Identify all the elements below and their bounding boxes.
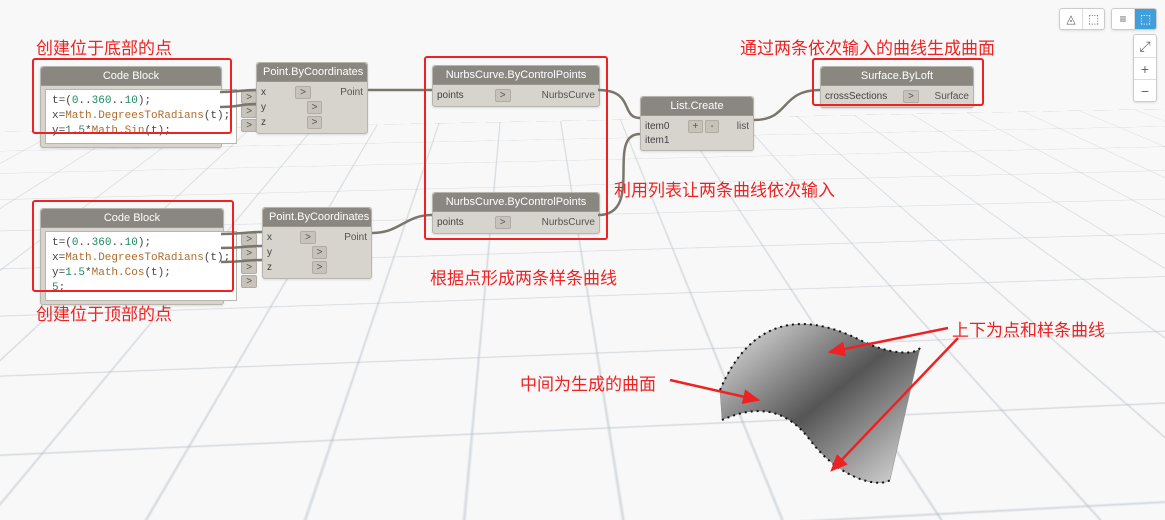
- node-list-create[interactable]: List.Create item0 + - list item1: [640, 96, 754, 151]
- out-port[interactable]: >: [241, 233, 257, 246]
- annotation: 中间为生成的曲面: [520, 370, 656, 395]
- graph-canvas[interactable]: Code Block t=(0..360..10); x=Math.Degree…: [0, 0, 1165, 500]
- node-point-by-coordinates-2[interactable]: Point.ByCoordinates x>Point y> z>: [262, 207, 372, 279]
- port[interactable]: >: [312, 261, 328, 274]
- node-nurbs-curve-1[interactable]: NurbsCurve.ByControlPoints points>NurbsC…: [432, 65, 600, 107]
- 3d-view-icon[interactable]: ⬚: [1134, 9, 1156, 29]
- port[interactable]: >: [307, 101, 323, 114]
- preview-surface: [680, 300, 940, 520]
- node-point-by-coordinates-1[interactable]: Point.ByCoordinates x>Point y> z>: [256, 62, 368, 134]
- remove-port-button[interactable]: -: [705, 120, 718, 133]
- annotation: 根据点形成两条样条曲线: [430, 264, 617, 289]
- annotation: 通过两条依次输入的曲线生成曲面: [740, 34, 995, 59]
- view-mode-icon[interactable]: ⬚: [1082, 9, 1104, 29]
- view-toolbar: ◬ ⬚ ≡ ⬚: [1059, 8, 1157, 30]
- annotation: 上下为点和样条曲线: [952, 316, 1105, 341]
- port[interactable]: >: [495, 216, 511, 229]
- add-port-button[interactable]: +: [688, 120, 704, 133]
- out-port[interactable]: >: [241, 119, 257, 132]
- node-surface-by-loft[interactable]: Surface.ByLoft crossSections>Surface: [820, 66, 974, 108]
- node-title: NurbsCurve.ByControlPoints: [433, 66, 599, 85]
- port[interactable]: >: [295, 86, 311, 99]
- code-text[interactable]: t=(0..360..10); x=Math.DegreesToRadians(…: [45, 89, 237, 144]
- out-port[interactable]: >: [241, 275, 257, 288]
- annotation: 创建位于底部的点: [36, 34, 172, 59]
- out-port[interactable]: >: [241, 105, 257, 118]
- annotation: 创建位于顶部的点: [36, 300, 172, 325]
- out-port[interactable]: >: [241, 261, 257, 274]
- out-port[interactable]: >: [241, 247, 257, 260]
- zoom-in-button[interactable]: +: [1134, 57, 1156, 79]
- port[interactable]: >: [300, 231, 316, 244]
- graph-view-icon[interactable]: ≡: [1112, 9, 1134, 29]
- zoom-out-button[interactable]: −: [1134, 79, 1156, 101]
- node-title: Surface.ByLoft: [821, 67, 973, 86]
- node-code-block-1[interactable]: Code Block t=(0..360..10); x=Math.Degree…: [40, 66, 222, 148]
- node-nurbs-curve-2[interactable]: NurbsCurve.ByControlPoints points>NurbsC…: [432, 192, 600, 234]
- port[interactable]: >: [307, 116, 323, 129]
- out-port[interactable]: >: [241, 91, 257, 104]
- port[interactable]: >: [495, 89, 511, 102]
- annotation: 利用列表让两条曲线依次输入: [614, 176, 835, 201]
- node-title: Point.ByCoordinates: [257, 63, 367, 82]
- port[interactable]: >: [903, 90, 919, 103]
- node-title: Point.ByCoordinates: [263, 208, 371, 227]
- view-mode-icon[interactable]: ◬: [1060, 9, 1082, 29]
- port[interactable]: >: [312, 246, 328, 259]
- node-title: Code Block: [41, 209, 223, 228]
- node-title: Code Block: [41, 67, 221, 86]
- node-title: NurbsCurve.ByControlPoints: [433, 193, 599, 212]
- zoom-controls: ⤢ + −: [1133, 34, 1157, 102]
- node-code-block-2[interactable]: Code Block t=(0..360..10); x=Math.Degree…: [40, 208, 224, 305]
- zoom-fit-button[interactable]: ⤢: [1134, 35, 1156, 57]
- node-title: List.Create: [641, 97, 753, 116]
- code-text[interactable]: t=(0..360..10); x=Math.DegreesToRadians(…: [45, 231, 237, 301]
